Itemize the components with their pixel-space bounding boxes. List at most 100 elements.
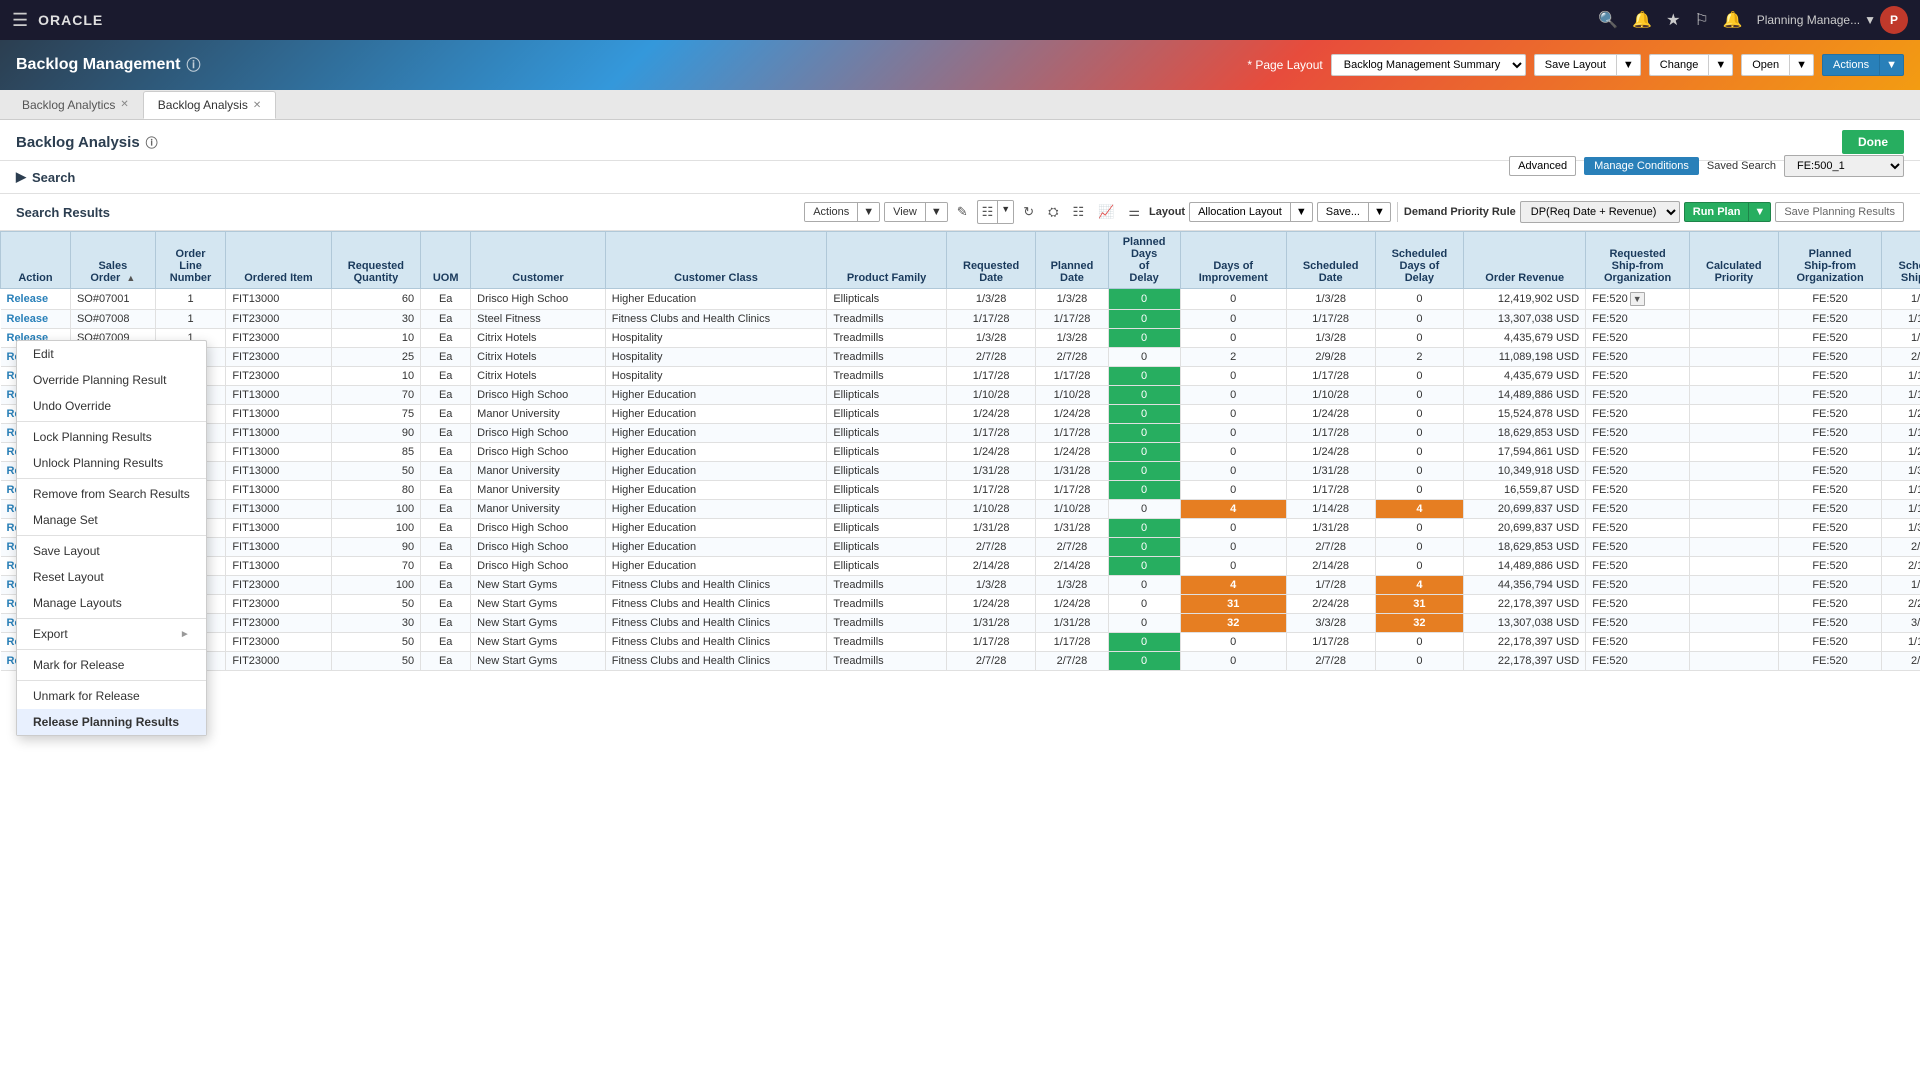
col-header-customer[interactable]: Customer (471, 232, 606, 289)
view-dropdown-caret[interactable]: ▼ (925, 203, 947, 221)
tab-backlog-analytics[interactable]: Backlog Analytics ✕ (8, 92, 143, 118)
actions-dropdown-caret[interactable]: ▼ (857, 203, 879, 221)
cell-class: Higher Education (605, 557, 827, 576)
cell-improvement: 0 (1180, 424, 1286, 443)
run-plan-button[interactable]: Run Plan (1684, 202, 1749, 222)
col-header-plan-date[interactable]: PlannedDate (1036, 232, 1108, 289)
context-menu-item-override-planning-result[interactable]: Override Planning Result (17, 367, 206, 393)
bell-icon[interactable]: 🔔 (1632, 10, 1652, 30)
col-header-line[interactable]: OrderLineNumber (155, 232, 226, 289)
saved-search-select[interactable]: FE:500_1 (1784, 155, 1904, 177)
col-header-revenue[interactable]: Order Revenue (1464, 232, 1586, 289)
demand-priority-rule-select[interactable]: DP(Req Date + Revenue) (1520, 201, 1680, 223)
col-header-calc-priority[interactable]: CalculatedPriority (1689, 232, 1778, 289)
split-icon[interactable]: ⚌ (1123, 200, 1145, 224)
cell-calc-priority (1689, 652, 1778, 671)
context-menu-item-unmark-for-release[interactable]: Unmark for Release (17, 683, 206, 709)
analysis-help-icon[interactable]: ⓘ (146, 134, 158, 151)
context-menu-item-export[interactable]: Export► (17, 621, 206, 647)
tab-backlog-analysis-close-icon[interactable]: ✕ (253, 100, 261, 111)
col-header-so[interactable]: SalesOrder ▲ (70, 232, 155, 289)
page-layout-select[interactable]: Backlog Management Summary (1331, 54, 1526, 76)
cell-sched-ship: 1/7/28 (1882, 576, 1920, 595)
edit-icon[interactable]: ✎ (952, 200, 973, 224)
context-menu-item-manage-set[interactable]: Manage Set (17, 507, 206, 533)
actions-header-dropdown-button[interactable]: ▼ (1879, 54, 1904, 76)
manage-conditions-button[interactable]: Manage Conditions (1584, 157, 1699, 175)
cell-req-date: 1/24/28 (946, 405, 1036, 424)
cell-class: Higher Education (605, 424, 827, 443)
hamburger-menu-icon[interactable]: ☰ (12, 10, 28, 31)
run-plan-dropdown-caret[interactable]: ▼ (1748, 202, 1771, 222)
save-layout-button[interactable]: Save Layout (1534, 54, 1616, 76)
save-planning-results-button[interactable]: Save Planning Results (1775, 202, 1904, 222)
actions-header-button[interactable]: Actions (1822, 54, 1879, 76)
change-group: Change ▼ (1649, 54, 1733, 76)
cell-days-delay: 0 (1108, 595, 1180, 614)
save-dropdown-caret[interactable]: ▼ (1368, 202, 1391, 222)
user-name: Planning Manage... (1757, 13, 1860, 27)
col-header-class[interactable]: Customer Class (605, 232, 827, 289)
cell-family: Ellipticals (827, 405, 947, 424)
cell-improvement: 2 (1180, 348, 1286, 367)
col-header-req-ship[interactable]: RequestedShip-fromOrganization (1586, 232, 1690, 289)
context-menu-item-save-layout[interactable]: Save Layout (17, 538, 206, 564)
context-menu-item-remove-from-search-results[interactable]: Remove from Search Results (17, 481, 206, 507)
context-menu-item-reset-layout[interactable]: Reset Layout (17, 564, 206, 590)
search-toggle[interactable]: ▶ Search (16, 169, 75, 185)
context-menu-item-release-planning-results[interactable]: Release Planning Results (17, 709, 206, 735)
col-header-family[interactable]: Product Family (827, 232, 947, 289)
col-header-days-delay[interactable]: PlannedDaysofDelay (1108, 232, 1180, 289)
cell-sched-ship: 2/9/28 (1882, 348, 1920, 367)
col-header-plan-ship[interactable]: PlannedShip-fromOrganization (1778, 232, 1882, 289)
actions-dropdown-button[interactable]: Actions (805, 203, 857, 221)
col-header-improvement[interactable]: Days ofImprovement (1180, 232, 1286, 289)
context-menu-item-manage-layouts[interactable]: Manage Layouts (17, 590, 206, 616)
cell-qty: 70 (331, 386, 421, 405)
context-menu-item-undo-override[interactable]: Undo Override (17, 393, 206, 419)
col-header-sched-days[interactable]: ScheduledDays ofDelay (1375, 232, 1464, 289)
save-button[interactable]: Save... (1317, 202, 1368, 222)
cell-family: Treadmills (827, 595, 947, 614)
layout-select-caret[interactable]: ▼ (1290, 202, 1313, 222)
tab-backlog-analysis[interactable]: Backlog Analysis ✕ (143, 91, 276, 119)
col-header-item[interactable]: Ordered Item (226, 232, 331, 289)
flag-icon[interactable]: ⚐ (1694, 10, 1708, 30)
grid-icon[interactable]: ☷ (978, 201, 998, 223)
view-button[interactable]: View (885, 203, 925, 221)
open-button[interactable]: Open (1741, 54, 1789, 76)
context-menu-item-unlock-planning-results[interactable]: Unlock Planning Results (17, 450, 206, 476)
grid-dropdown-caret[interactable]: ▼ (997, 201, 1013, 223)
cell-sched-ship: 1/31/28 (1882, 519, 1920, 538)
cell-customer: New Start Gyms (471, 633, 606, 652)
user-menu[interactable]: Planning Manage... ▼ P (1757, 6, 1908, 34)
refresh-icon[interactable]: ↻ (1018, 200, 1039, 224)
context-menu-item-mark-for-release[interactable]: Mark for Release (17, 652, 206, 678)
context-menu-item-edit[interactable]: Edit (17, 341, 206, 367)
star-icon[interactable]: ★ (1666, 10, 1680, 30)
col-header-sched-ship[interactable]: ScheduledShip Date (1882, 232, 1920, 289)
cell-item: FIT23000 (226, 652, 331, 671)
change-dropdown-button[interactable]: ▼ (1708, 54, 1733, 76)
search-icon[interactable]: 🔍 (1598, 10, 1618, 30)
open-dropdown-button[interactable]: ▼ (1789, 54, 1814, 76)
done-button[interactable]: Done (1842, 130, 1904, 154)
cell-class: Higher Education (605, 405, 827, 424)
tab-backlog-analytics-close-icon[interactable]: ✕ (120, 99, 128, 110)
layout-select-button[interactable]: Allocation Layout (1189, 202, 1290, 222)
context-menu-item-lock-planning-results[interactable]: Lock Planning Results (17, 424, 206, 450)
col-header-qty[interactable]: RequestedQuantity (331, 232, 421, 289)
col-header-uom[interactable]: UOM (421, 232, 471, 289)
page-title-help-icon[interactable]: ⓘ (186, 55, 200, 75)
filter-icon[interactable]: ⛭ (1043, 200, 1063, 224)
table-icon[interactable]: ☷ (1068, 200, 1090, 224)
col-header-req-date[interactable]: RequestedDate (946, 232, 1036, 289)
chart-icon[interactable]: 📈 (1093, 200, 1119, 224)
cell-sched-ship: 1/31/28 (1882, 462, 1920, 481)
notification-icon[interactable]: 🔔 (1723, 10, 1743, 30)
col-header-sched-date[interactable]: ScheduledDate (1286, 232, 1375, 289)
change-button[interactable]: Change (1649, 54, 1709, 76)
cell-customer: New Start Gyms (471, 595, 606, 614)
save-layout-dropdown-button[interactable]: ▼ (1616, 54, 1641, 76)
advanced-button[interactable]: Advanced (1509, 156, 1576, 176)
